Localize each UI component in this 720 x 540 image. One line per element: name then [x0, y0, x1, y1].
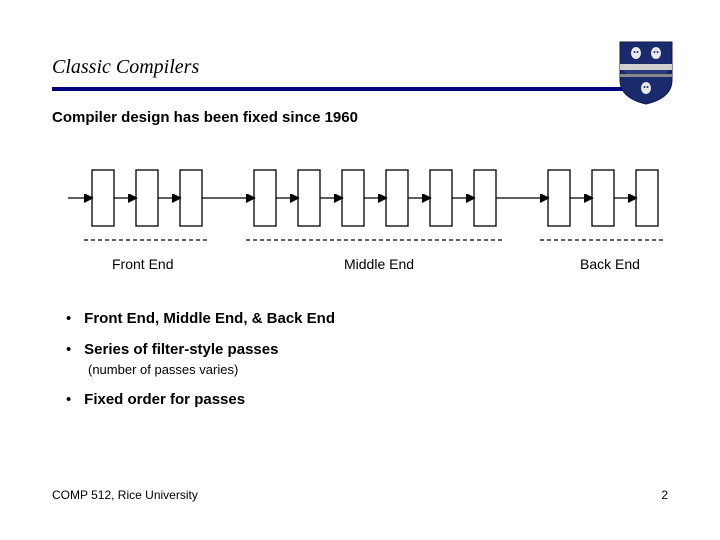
bullet-list: • Front End, Middle End, & Back End • Se… — [66, 310, 335, 422]
label-back-end: Back End — [580, 256, 640, 272]
bullet-item: • Series of filter-style passes (number … — [66, 341, 335, 377]
bullet-dot-icon: • — [66, 310, 80, 327]
bullet-text: Series of filter-style passes — [84, 341, 278, 358]
bullet-dot-icon: • — [66, 391, 80, 408]
bullet-dot-icon: • — [66, 341, 80, 358]
bullet-text: Front End, Middle End, & Back End — [84, 310, 335, 327]
bullet-text: Fixed order for passes — [84, 391, 245, 408]
title-rule — [52, 87, 668, 91]
bullet-subtext: (number of passes varies) — [88, 362, 335, 377]
footer-page-number: 2 — [661, 488, 668, 502]
label-middle-end: Middle End — [344, 256, 414, 272]
bullet-item: • Fixed order for passes — [66, 391, 335, 408]
slide-subtitle: Compiler design has been fixed since 196… — [52, 109, 668, 126]
rice-shield-logo — [618, 40, 674, 106]
footer-course: COMP 512, Rice University — [52, 488, 198, 502]
label-front-end: Front End — [112, 256, 173, 272]
slide-title: Classic Compilers — [52, 56, 668, 79]
bullet-item: • Front End, Middle End, & Back End — [66, 310, 335, 327]
